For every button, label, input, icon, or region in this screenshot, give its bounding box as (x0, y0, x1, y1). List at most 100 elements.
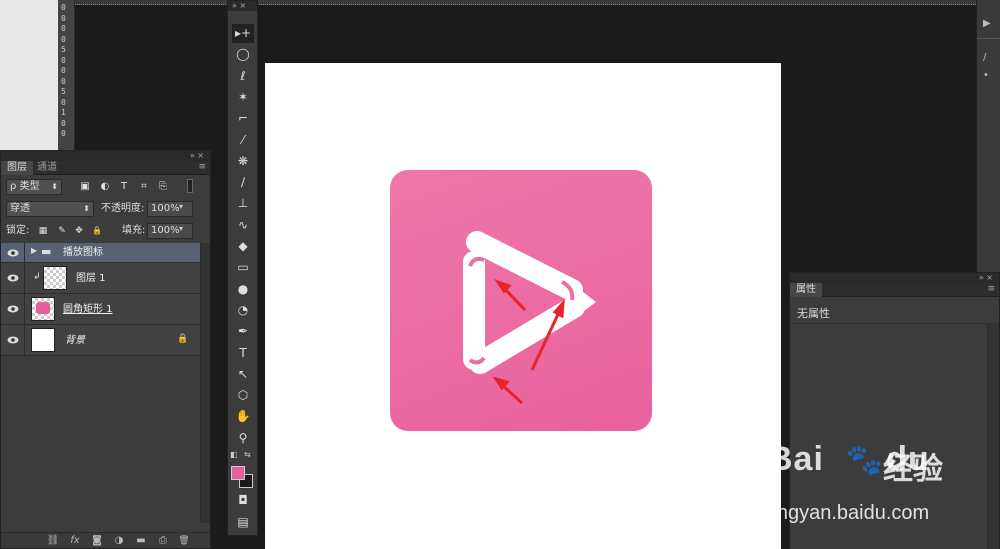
quick-mask-icon[interactable]: ◘ (232, 491, 254, 510)
eye-icon[interactable] (7, 273, 19, 283)
shape-filter-icon[interactable]: ⌗ (138, 181, 150, 193)
lock-row: 锁定: ▦ ✎ ✥ 🔒 填充: 100% ▾ (1, 221, 210, 243)
filter-toggle[interactable] (187, 179, 193, 193)
shape-tool-icon[interactable]: ⬡ (232, 386, 254, 405)
fill-dropdown-icon[interactable]: ▾ (179, 224, 183, 233)
properties-message: 无属性 (797, 307, 830, 320)
layer-row[interactable]: ↲ 图层 1 (1, 263, 200, 294)
magic-wand-tool-icon[interactable]: ✶ (232, 88, 254, 107)
blur-tool-icon[interactable]: ● (232, 280, 254, 299)
layer-thumbnail (31, 328, 55, 352)
brush-tool-icon[interactable]: ∕ (232, 173, 254, 192)
layers-scrollbar[interactable] (200, 243, 210, 523)
panel-collapse-close[interactable]: » × (232, 1, 246, 10)
foreground-color-swatch[interactable] (231, 466, 245, 480)
ruler-tick-label: 0 (61, 76, 66, 86)
layer-name[interactable]: 圆角矩形 1 (63, 294, 113, 325)
ruler-tick-label: 0 (61, 3, 66, 12)
zoom-tool-icon[interactable]: ⚲ (232, 429, 254, 448)
dodge-tool-icon[interactable]: ◔ (232, 301, 254, 320)
fill-label: 填充: (122, 225, 146, 236)
ruler-tick-label: 5 (61, 87, 66, 96)
screen-mode-icon[interactable]: ▤ (232, 513, 254, 532)
history-brush-tool-icon[interactable]: ∿ (232, 216, 254, 235)
opacity-input[interactable]: 100% (147, 201, 193, 217)
dock-icon[interactable]: • (983, 70, 989, 81)
layer-row[interactable]: 背景 🔒 (1, 325, 200, 356)
desktop-background (0, 0, 58, 150)
layer-filter-row: ρ 类型 ⬍ ▣ ◐ T ⌗ ⎘ (1, 177, 210, 199)
adjustment-filter-icon[interactable]: ◐ (99, 181, 111, 193)
ruler-tick-label: 0 (61, 66, 66, 75)
new-group-icon[interactable]: ▬ (134, 535, 148, 547)
layer-row[interactable]: ⌗ 圆角矩形 1 (1, 294, 200, 325)
properties-tabs: 属性 ≡ (790, 283, 999, 297)
fill-input[interactable]: 100% (147, 223, 193, 239)
dock-icon[interactable]: / (983, 52, 986, 63)
healing-brush-tool-icon[interactable]: ❋ (232, 152, 254, 171)
panel-menu-icon[interactable]: ≡ (987, 284, 995, 294)
gradient-tool-icon[interactable]: ▭ (232, 258, 254, 277)
dock-separator (977, 38, 1000, 39)
panel-collapse-close[interactable]: » × (979, 273, 993, 282)
crop-tool-icon[interactable]: ⌐ (232, 109, 254, 128)
panel-collapse-close[interactable]: » × (190, 151, 204, 160)
opacity-dropdown-icon[interactable]: ▾ (179, 202, 183, 211)
clone-stamp-tool-icon[interactable]: ⊥ (232, 194, 254, 213)
pen-tool-icon[interactable]: ✒ (232, 322, 254, 341)
new-layer-icon[interactable]: ⎙ (156, 535, 170, 547)
baidu-jingyan-watermark: Bai 🐾du 经验 jingyan.baidu.com (768, 440, 1000, 530)
layers-tabs: 图层 通道 ≡ (1, 161, 210, 175)
default-colors-icon[interactable]: ◧ (230, 450, 238, 459)
adjustment-layer-icon[interactable]: ◑ (112, 535, 126, 547)
layer-name[interactable]: 背景 (65, 325, 85, 356)
lock-transparent-icon[interactable]: ▦ (37, 225, 49, 237)
dock-icon[interactable]: ▶ (983, 18, 991, 29)
tools-titlebar[interactable]: » × (228, 1, 257, 11)
marquee-tool-icon[interactable]: ◯ (232, 45, 254, 64)
right-panel-dock: ▶ / • (976, 0, 1000, 272)
type-filter-icon[interactable]: T (118, 181, 130, 193)
layer-name[interactable]: 图层 1 (76, 263, 106, 294)
panel-titlebar[interactable]: » × (1, 151, 210, 161)
move-tool-icon[interactable]: ▸+ (232, 24, 254, 43)
lock-all-icon[interactable]: 🔒 (91, 225, 103, 237)
document-canvas[interactable] (265, 63, 781, 549)
add-mask-icon[interactable]: ◙ (90, 535, 104, 547)
smart-object-filter-icon[interactable]: ⎘ (157, 181, 169, 193)
eye-icon[interactable] (7, 304, 19, 314)
pixel-filter-icon[interactable]: ▣ (79, 181, 91, 193)
filter-kind-select[interactable]: ρ 类型 ⬍ (6, 179, 62, 195)
layer-thumbnail (43, 266, 67, 290)
expand-triangle-icon[interactable]: ▶ (31, 246, 37, 255)
layer-name[interactable]: 播放图标 (63, 243, 103, 263)
eye-icon[interactable] (7, 335, 19, 345)
tab-layers[interactable]: 图层 (1, 161, 33, 175)
type-tool-icon[interactable]: T (232, 344, 254, 363)
tab-properties[interactable]: 属性 (790, 283, 822, 297)
folder-icon: ▬ (41, 245, 52, 258)
panel-menu-icon[interactable]: ≡ (198, 162, 206, 172)
tab-channels[interactable]: 通道 (31, 161, 63, 175)
eyedropper-tool-icon[interactable]: ⁄ (232, 131, 254, 150)
vertical-ruler: 0000500050100 (58, 0, 75, 150)
layers-bottom-bar: ⛓ fx ◙ ◑ ▬ ⎙ 🗑 (1, 532, 210, 548)
ruler-tick-label: 1 (61, 108, 66, 117)
blend-mode-select[interactable]: 穿透 ⬍ (6, 201, 94, 217)
layer-style-icon[interactable]: fx (68, 535, 82, 547)
lock-label: 锁定: (6, 225, 30, 236)
lock-pixels-icon[interactable]: ✎ (56, 225, 68, 237)
tools-panel: » × ▸+ ◯ ℓ ✶ ⌐ ⁄ ❋ ∕ ⊥ ∿ ◆ ▭ ● ◔ ✒ T ↖ ⬡ ✋ ⚲ ◧ ⇆ ◘ ▤ (227, 0, 258, 536)
path-selection-tool-icon[interactable]: ↖ (232, 365, 254, 384)
eye-icon[interactable] (7, 248, 19, 258)
hand-tool-icon[interactable]: ✋ (232, 407, 254, 426)
layer-row-group[interactable]: ▶ ▬ 播放图标 (1, 243, 200, 263)
link-layers-icon[interactable]: ⛓ (46, 535, 60, 547)
lock-position-icon[interactable]: ✥ (73, 225, 85, 237)
watermark-cn: 经验 (883, 452, 943, 487)
panel-titlebar[interactable]: » × (790, 273, 999, 283)
swap-colors-icon[interactable]: ⇆ (244, 450, 251, 459)
lasso-tool-icon[interactable]: ℓ (232, 67, 254, 86)
eraser-tool-icon[interactable]: ◆ (232, 237, 254, 256)
delete-layer-icon[interactable]: 🗑 (177, 535, 191, 547)
